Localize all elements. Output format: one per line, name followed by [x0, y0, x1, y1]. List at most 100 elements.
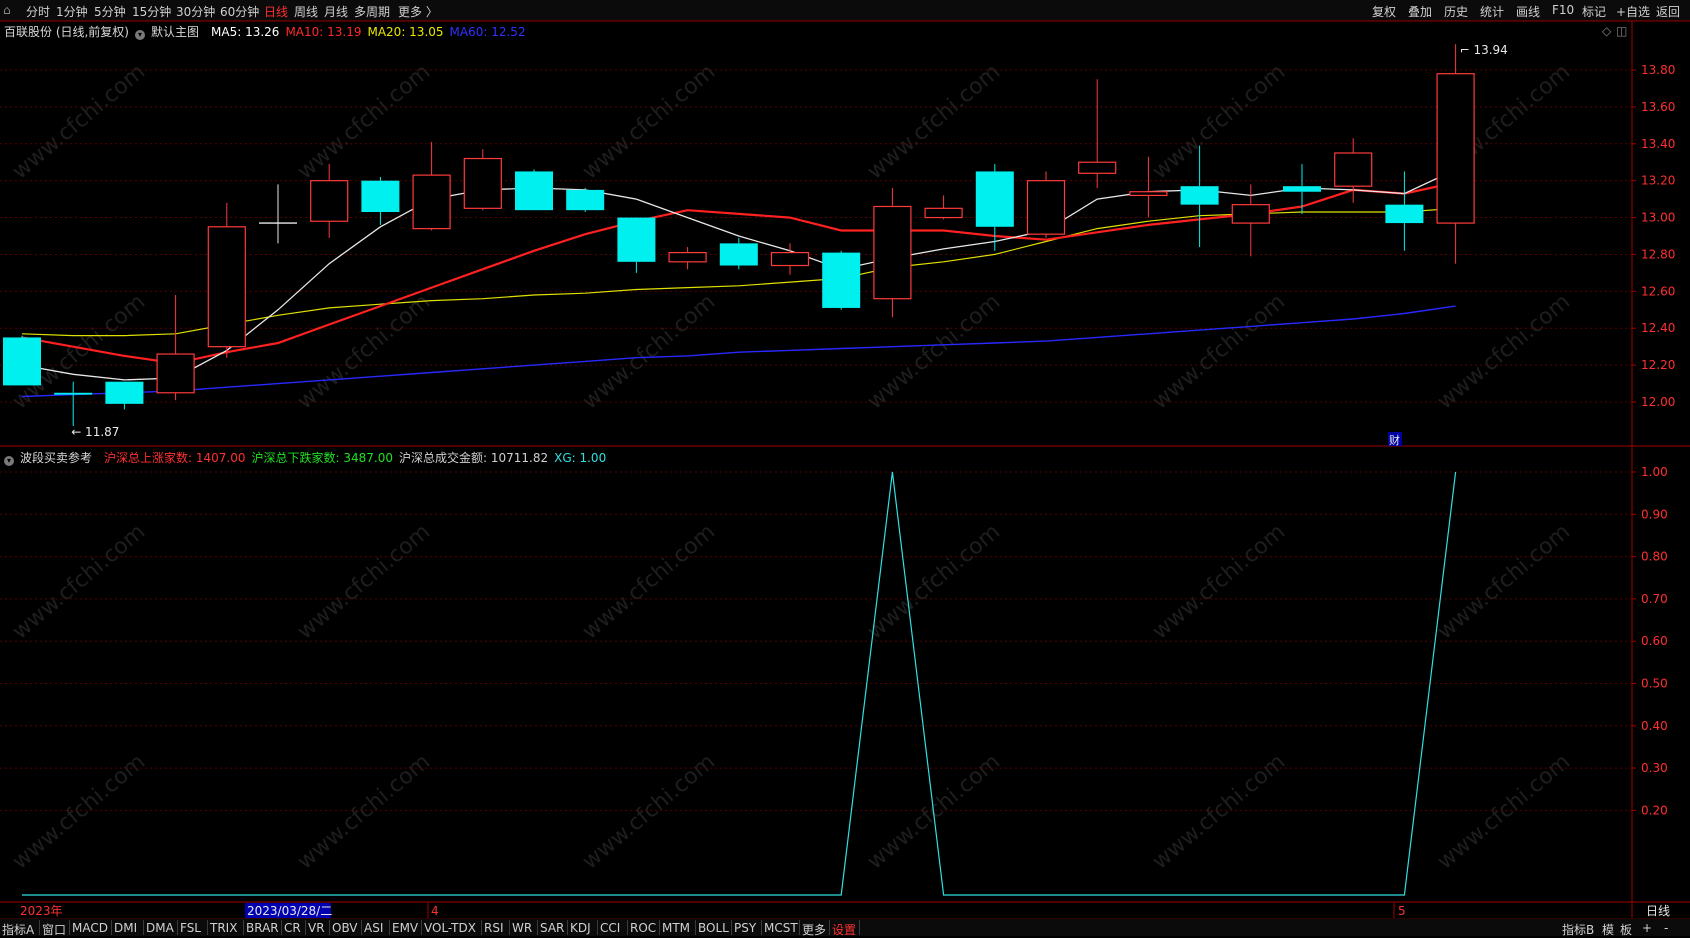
candle-body [1180, 186, 1219, 205]
candle-body [1385, 204, 1424, 224]
candle-body [770, 252, 810, 267]
indicator-tab-7[interactable]: BRAR [246, 921, 279, 935]
tab-separator [481, 920, 482, 935]
tab-separator [305, 920, 306, 935]
candle-body [1436, 73, 1475, 224]
indicator-tab-24[interactable]: 更多 [802, 921, 826, 938]
tab-separator [597, 920, 598, 935]
candle-body [105, 381, 144, 404]
indicator-tab-21[interactable]: BOLL [698, 921, 729, 935]
candle-13 [668, 247, 707, 270]
tab-separator [281, 920, 282, 935]
y-tick-label: 13.80 [1641, 63, 1675, 77]
indicator-tab-3[interactable]: DMI [114, 921, 137, 935]
watermark-text: www.cfchi.com [1148, 519, 1290, 644]
indicator-tab-19[interactable]: ROC [630, 921, 656, 935]
watermark-text: www.cfchi.com [293, 289, 435, 414]
bottom-right-button-1[interactable]: 模 [1602, 921, 1614, 938]
indicator-tab-18[interactable]: CCI [600, 921, 620, 935]
tab-separator [361, 920, 362, 935]
y-tick-label: 12.20 [1641, 358, 1675, 372]
tab-separator [627, 920, 628, 935]
tab-separator [69, 920, 70, 935]
stock-chart[interactable]: www.cfchi.com www.cfchi.com www.cfchi.com w… [0, 0, 1690, 918]
indicator-tab-6[interactable]: TRIX [210, 921, 237, 935]
diamond-icon: ◇ [1602, 24, 1612, 38]
annotations: ⌐ 13.94 ← 11.87 财 ◇ ◫ [71, 24, 1627, 447]
indicator-tab-14[interactable]: RSI [484, 921, 504, 935]
candle-16 [822, 250, 861, 310]
indicator-tab-5[interactable]: FSL [180, 921, 201, 935]
indicator-tab-15[interactable]: WR [512, 921, 532, 935]
fin-badge: 财 [1389, 433, 1400, 447]
watermark-text: www.cfchi.com [1433, 289, 1575, 414]
indicator-tab-22[interactable]: PSY [734, 921, 756, 935]
indicator-tab-9[interactable]: VR [308, 921, 325, 935]
grid-lines [0, 69, 1632, 811]
candle-body [719, 243, 758, 266]
candle-11 [566, 188, 605, 213]
candle-20 [1026, 171, 1066, 238]
watermark-text: www.cfchi.com [1433, 519, 1575, 644]
candle-body [515, 171, 553, 211]
watermark-text: www.cfchi.com [863, 59, 1005, 184]
candle-body [668, 252, 707, 263]
bottom-right-button-3[interactable]: + [1642, 921, 1652, 935]
panel-toggle-icon: ◫ [1616, 24, 1627, 38]
candle-body [156, 353, 195, 394]
indicator-tab-13[interactable]: VOL-TDX [424, 921, 476, 935]
candle-14 [719, 237, 758, 270]
candle-7 [361, 176, 400, 225]
bottom-right-button-2[interactable]: 板 [1620, 921, 1632, 938]
candle-17 [873, 188, 912, 318]
indicator-tab-8[interactable]: CR [284, 921, 301, 935]
tab-separator [859, 920, 860, 935]
indicator-tab-16[interactable]: SAR [540, 921, 564, 935]
candle-3 [156, 295, 195, 401]
candle-body [822, 252, 861, 308]
candle-body [1078, 161, 1117, 174]
indicator-tab-4[interactable]: DMA [146, 921, 174, 935]
watermark-text: www.cfchi.com [1433, 749, 1575, 874]
indicator-tab-bar: 指标A 窗口 MACD DMI DMA FSL TRIX BRAR CR VR OBV ASI EMV V… [0, 918, 1690, 938]
candle-12 [617, 217, 656, 273]
high-price-label: ⌐ 13.94 [1460, 43, 1508, 57]
tab-separator [799, 920, 800, 935]
candle-body [3, 337, 41, 386]
candle-15 [770, 243, 810, 275]
watermark-text: www.cfchi.com [293, 519, 435, 644]
candle-28 [1436, 44, 1475, 264]
candle-21 [1078, 79, 1117, 189]
candle-25 [1283, 164, 1321, 214]
indicator-tab-11[interactable]: ASI [364, 921, 383, 935]
indicator-tab-12[interactable]: EMV [392, 921, 418, 935]
tab-separator [829, 920, 830, 935]
candle-5 [259, 184, 297, 244]
tab-separator [731, 920, 732, 935]
watermark-text: www.cfchi.com [1148, 749, 1290, 874]
y-tick-label: 0.90 [1641, 507, 1668, 521]
indicator-tab-20[interactable]: MTM [662, 921, 690, 935]
indicator-tab-0[interactable]: 指标A [2, 921, 34, 938]
indicator-tab-23[interactable]: MCST [764, 921, 798, 935]
y-tick-label: 0.20 [1641, 803, 1668, 817]
tab-separator [761, 920, 762, 935]
candle-0 [3, 335, 41, 386]
tab-separator [143, 920, 144, 935]
bottom-right-button-0[interactable]: 指标B [1562, 921, 1594, 938]
candle-body [207, 226, 246, 348]
indicator-tab-1[interactable]: 窗口 [42, 921, 66, 938]
watermark-text: www.cfchi.com [1148, 289, 1290, 414]
candle-body [361, 180, 400, 213]
low-price-label: ← 11.87 [71, 425, 119, 439]
watermark-text: www.cfchi.com [578, 749, 720, 874]
indicator-tab-25[interactable]: 设置 [832, 921, 856, 938]
indicator-tab-17[interactable]: KDJ [570, 921, 591, 935]
candle-8 [412, 141, 451, 231]
indicator-tab-2[interactable]: MACD [72, 921, 108, 935]
bottom-right-button-4[interactable]: - [1664, 921, 1668, 935]
candle-body [1026, 180, 1066, 235]
tab-separator [421, 920, 422, 935]
tab-separator [177, 920, 178, 935]
indicator-tab-10[interactable]: OBV [332, 921, 358, 935]
